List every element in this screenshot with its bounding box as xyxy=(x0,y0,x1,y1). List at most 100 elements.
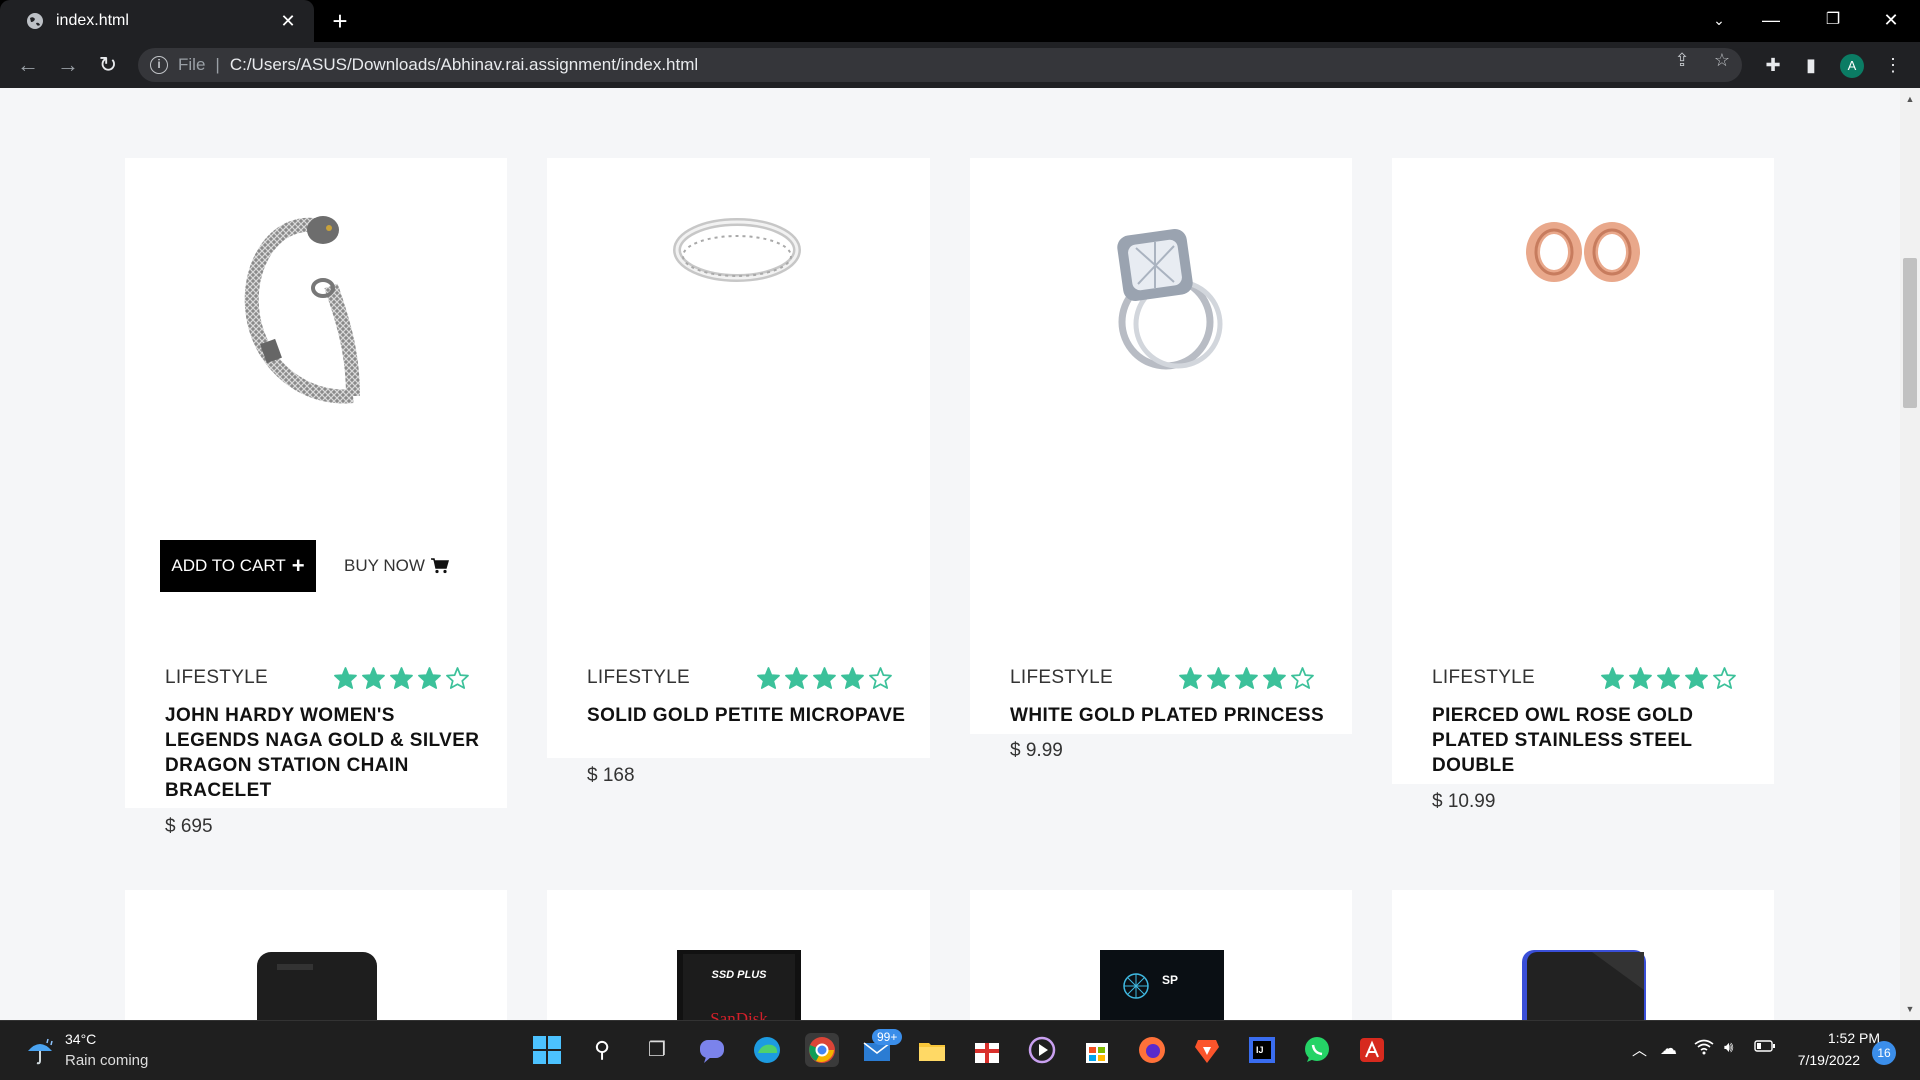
mail-badge: 99+ xyxy=(872,1029,903,1045)
product-card[interactable]: LIFESTYLE PIERCED OWL ROSE GOLD PLATED S… xyxy=(1392,158,1774,812)
rating-stars xyxy=(334,667,469,689)
product-category: LIFESTYLE xyxy=(1432,667,1536,688)
brave-browser-icon[interactable] xyxy=(1190,1033,1224,1067)
reload-icon[interactable]: ↻ xyxy=(92,49,124,81)
new-tab-button[interactable]: + xyxy=(326,7,354,35)
ssd-plus-label: SSD PLUS xyxy=(711,969,767,981)
tab-title: index.html xyxy=(56,12,129,29)
sp-brand-label: SP xyxy=(1162,973,1178,987)
microsoft-store-icon[interactable] xyxy=(1080,1033,1114,1067)
star-filled-icon xyxy=(418,667,441,689)
external-ssd-blue-image xyxy=(1522,950,1646,1020)
product-card[interactable] xyxy=(1392,890,1774,1020)
sandisk-brand-label: SanDisk xyxy=(710,1009,768,1020)
search-icon[interactable]: ⚲ xyxy=(585,1033,619,1067)
star-filled-icon xyxy=(1207,667,1230,689)
windows-start-icon[interactable] xyxy=(530,1033,564,1067)
back-arrow-icon[interactable]: ← xyxy=(12,49,44,81)
tab-index-html[interactable]: index.html ✕ xyxy=(0,0,314,42)
tab-strip: index.html ✕ + ⌄ — ❐ ✕ xyxy=(0,0,1920,42)
site-info-icon[interactable]: i xyxy=(150,56,168,74)
star-outline-icon xyxy=(869,667,892,689)
extensions-puzzle-icon[interactable]: ✚ xyxy=(1762,54,1784,76)
star-filled-icon xyxy=(785,667,808,689)
media-player-icon[interactable] xyxy=(1025,1033,1059,1067)
address-bar[interactable]: i File | C:/Users/ASUS/Downloads/Abhinav… xyxy=(138,48,1742,82)
minimize-icon[interactable]: — xyxy=(1746,0,1796,40)
product-card[interactable]: SSD PLUS SanDisk xyxy=(547,890,930,1020)
intellij-idea-icon[interactable]: IJ xyxy=(1245,1033,1279,1067)
menu-kebab-icon[interactable]: ⋮ xyxy=(1882,54,1904,76)
svg-text:IJ: IJ xyxy=(1256,1045,1264,1055)
product-title[interactable]: WHITE GOLD PLATED PRINCESS xyxy=(1010,703,1330,728)
profile-avatar[interactable]: A xyxy=(1840,54,1864,78)
add-to-cart-button[interactable]: ADD TO CART + xyxy=(160,540,316,592)
product-price: $ 695 xyxy=(165,816,213,837)
window-close-icon[interactable]: ✕ xyxy=(1866,0,1916,40)
star-filled-icon xyxy=(813,667,836,689)
weather-umbrella-icon[interactable] xyxy=(24,1035,56,1067)
page-scrollbar[interactable] xyxy=(1900,88,1920,1020)
product-card[interactable]: LIFESTYLE SOLID GOLD PETITE MICROPAVE $ … xyxy=(547,158,930,786)
chrome-browser-icon[interactable] xyxy=(805,1033,839,1067)
star-filled-icon xyxy=(334,667,357,689)
acrobat-reader-icon[interactable] xyxy=(1355,1033,1389,1067)
close-tab-icon[interactable]: ✕ xyxy=(276,9,300,33)
add-to-cart-label: ADD TO CART xyxy=(171,556,286,575)
product-category: LIFESTYLE xyxy=(1010,667,1114,688)
scroll-down-arrow-icon[interactable]: ▼ xyxy=(1903,1002,1917,1016)
tab-search-chevron-icon[interactable]: ⌄ xyxy=(1694,0,1744,40)
star-filled-icon xyxy=(362,667,385,689)
star-filled-icon xyxy=(1657,667,1680,689)
product-title[interactable]: PIERCED OWL ROSE GOLD PLATED STAINLESS S… xyxy=(1432,703,1752,778)
star-outline-icon xyxy=(1713,667,1736,689)
bracelet-image xyxy=(244,216,360,404)
rose-gold-plugs-image xyxy=(1526,222,1640,282)
product-price: $ 9.99 xyxy=(1010,740,1063,761)
battery-icon[interactable] xyxy=(1754,1039,1776,1057)
scrollbar-thumb[interactable] xyxy=(1903,258,1917,408)
star-filled-icon xyxy=(841,667,864,689)
windows-taskbar: 34°C Rain coming ⚲ ❐ 99+ IJ ︿ ☁ 🔊︎ 1:52 … xyxy=(0,1020,1920,1080)
edge-browser-icon[interactable] xyxy=(750,1033,784,1067)
onedrive-cloud-icon[interactable]: ☁ xyxy=(1660,1039,1677,1059)
product-category: LIFESTYLE xyxy=(587,667,691,688)
weather-description[interactable]: Rain coming xyxy=(65,1052,148,1069)
wifi-icon[interactable] xyxy=(1694,1039,1714,1059)
star-filled-icon xyxy=(390,667,413,689)
product-price: $ 10.99 xyxy=(1432,791,1496,812)
weather-temperature[interactable]: 34°C xyxy=(65,1031,96,1047)
clock-time[interactable]: 1:52 PM xyxy=(1800,1030,1880,1046)
side-panel-icon[interactable]: ▮ xyxy=(1800,54,1822,76)
scroll-up-arrow-icon[interactable]: ▲ xyxy=(1903,92,1917,106)
volume-icon[interactable]: 🔊︎ xyxy=(1724,1039,1733,1056)
product-title[interactable]: JOHN HARDY WOMEN'S LEGENDS NAGA GOLD & S… xyxy=(165,703,485,803)
task-view-icon[interactable]: ❐ xyxy=(640,1033,674,1067)
ring-image xyxy=(673,218,801,282)
product-card[interactable] xyxy=(125,890,507,1020)
teams-chat-icon[interactable] xyxy=(695,1033,729,1067)
globe-icon xyxy=(27,13,43,29)
bookmark-star-icon[interactable]: ☆ xyxy=(1712,50,1732,70)
rating-stars xyxy=(1179,667,1314,689)
product-price: $ 168 xyxy=(587,765,635,786)
external-hard-drive-image xyxy=(257,952,377,1020)
tray-overflow-chevron-icon[interactable]: ︿ xyxy=(1632,1039,1647,1060)
forward-arrow-icon[interactable]: → xyxy=(52,49,84,81)
restore-icon[interactable]: ❐ xyxy=(1808,0,1858,40)
product-card[interactable]: LIFESTYLE WHITE GOLD PLATED PRINCESS $ 9… xyxy=(970,158,1352,761)
product-card[interactable]: ADD TO CART + BUY NOW LIFESTYLE JOHN HAR… xyxy=(125,158,507,837)
gift-app-icon[interactable] xyxy=(970,1033,1004,1067)
product-title[interactable]: SOLID GOLD PETITE MICROPAVE xyxy=(587,703,907,728)
page-content: ADD TO CART + BUY NOW LIFESTYLE JOHN HAR… xyxy=(0,88,1900,1020)
file-explorer-icon[interactable] xyxy=(915,1033,949,1067)
clock-date[interactable]: 7/19/2022 xyxy=(1780,1052,1860,1068)
notification-count-badge[interactable]: 16 xyxy=(1872,1041,1896,1065)
firefox-icon[interactable] xyxy=(1135,1033,1169,1067)
whatsapp-icon[interactable] xyxy=(1300,1033,1334,1067)
share-icon[interactable]: ⇪ xyxy=(1672,50,1692,70)
star-outline-icon xyxy=(446,667,469,689)
product-card[interactable]: SP xyxy=(970,890,1352,1020)
buy-now-button[interactable]: BUY NOW xyxy=(344,556,449,576)
diamond-ring-image xyxy=(1117,229,1223,370)
